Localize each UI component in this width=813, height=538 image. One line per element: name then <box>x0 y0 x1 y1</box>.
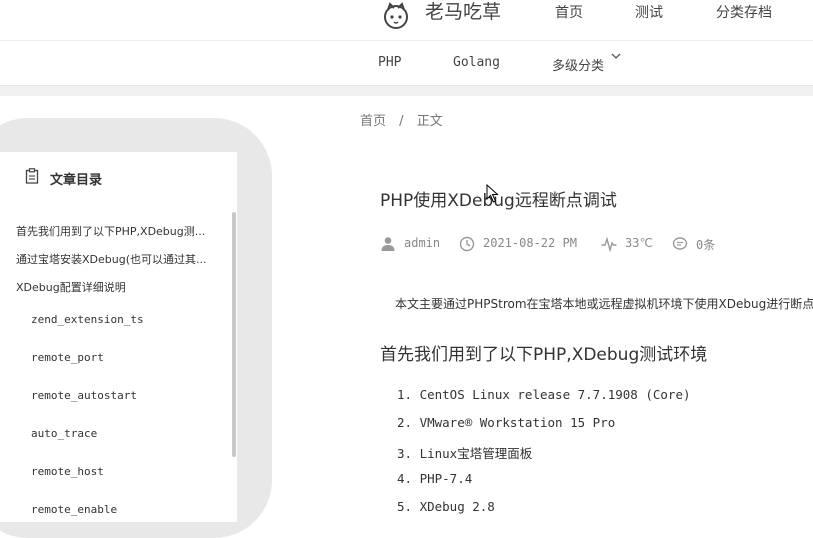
breadcrumb: 首页 / 正文 <box>360 110 443 129</box>
user-icon <box>381 237 395 251</box>
toc-subitem[interactable]: auto_trace <box>31 427 97 440</box>
toc-subitem[interactable]: remote_autostart <box>31 389 137 402</box>
toc-subitem[interactable]: zend_extension_ts <box>31 313 144 326</box>
site-title[interactable]: 老马吃草 <box>425 0 501 24</box>
clipboard-icon <box>25 168 39 184</box>
category-golang[interactable]: Golang <box>453 55 500 70</box>
toc-subitem[interactable]: remote_host <box>31 465 104 478</box>
pulse-icon <box>601 236 617 252</box>
list-item: 5. XDebug 2.8 <box>397 499 495 514</box>
site-header: 老马吃草 首页 测试 分类存档 <box>0 0 813 41</box>
cat-logo-icon[interactable] <box>381 1 411 31</box>
toc-scrollbar[interactable] <box>232 212 236 457</box>
toc-title: 文章目录 <box>50 173 103 188</box>
list-item: 2. VMware® Workstation 15 Pro <box>397 415 616 430</box>
toc-subitem[interactable]: remote_enable <box>31 503 117 516</box>
toc-item[interactable]: 首先我们用到了以下PHP,XDebug测... <box>16 223 216 239</box>
list-item: 4. PHP-7.4 <box>397 471 473 486</box>
article-intro: 本文主要通过PHPStrom在宝塔本地或远程虚拟机环境下使用XDebug进行断点… <box>395 297 813 311</box>
breadcrumb-current: 正文 <box>416 114 443 129</box>
category-multilevel[interactable]: 多级分类 <box>552 55 604 74</box>
section-heading: 首先我们用到了以下PHP,XDebug测试环境 <box>380 345 708 365</box>
category-bar: PHP Golang 多级分类 <box>0 41 813 86</box>
clock-icon <box>459 236 475 252</box>
nav-test[interactable]: 测试 <box>635 2 663 22</box>
comment-icon <box>672 237 688 250</box>
list-item: 3. Linux宝塔管理面板 <box>397 446 533 461</box>
list-item: 1. CentOS Linux release 7.7.1908 (Core) <box>397 387 691 402</box>
nav-archive[interactable]: 分类存档 <box>716 2 772 22</box>
breadcrumb-home[interactable]: 首页 <box>360 114 386 129</box>
category-php[interactable]: PHP <box>378 55 401 70</box>
meta-comments[interactable]: 0条 <box>696 236 715 253</box>
meta-date: 2021-08-22 PM <box>483 236 577 250</box>
toc-item[interactable]: 通过宝塔安装XDebug(也可以通过其... <box>16 251 216 267</box>
toc-item[interactable]: XDebug配置详细说明 <box>16 279 216 295</box>
nav-home[interactable]: 首页 <box>555 2 583 22</box>
meta-temperature: 33℃ <box>625 236 653 250</box>
mouse-cursor-icon <box>486 184 499 203</box>
toc-subitem[interactable]: remote_port <box>31 351 104 364</box>
breadcrumb-separator: / <box>399 114 404 129</box>
header-divider-band <box>0 86 813 96</box>
chevron-down-icon[interactable] <box>611 52 621 60</box>
meta-author[interactable]: admin <box>404 236 440 250</box>
